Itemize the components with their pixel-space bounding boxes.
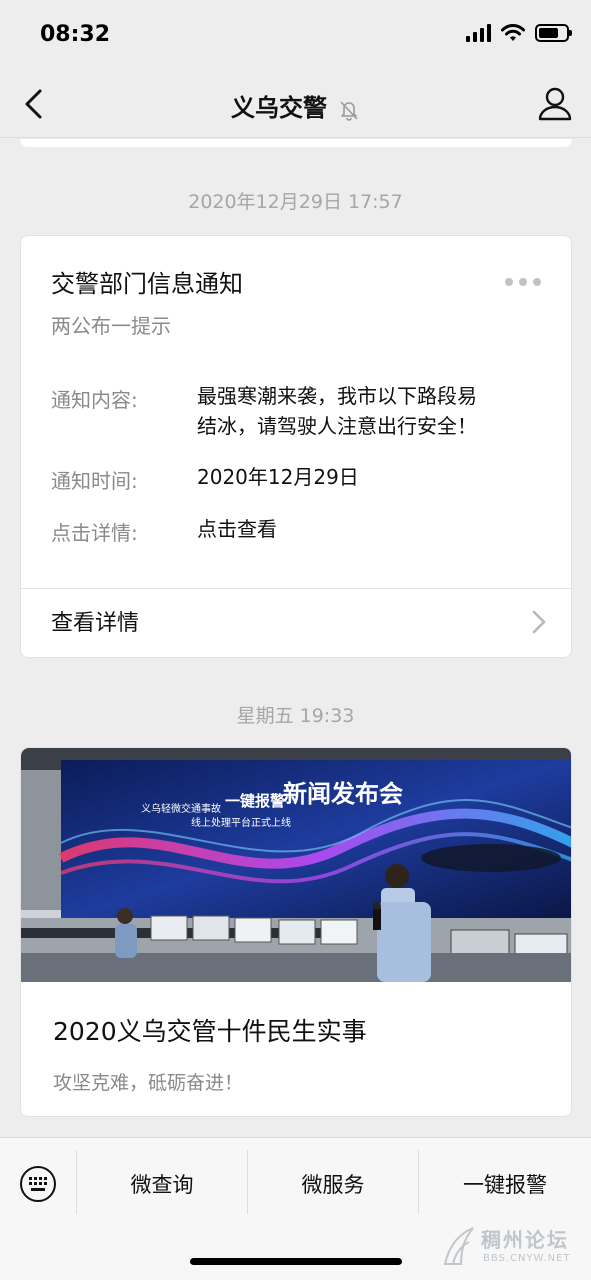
banner-small-line2: 线上处理平台正式上线: [191, 816, 291, 829]
home-indicator[interactable]: [190, 1258, 402, 1265]
bottom-menu-bar: 微查询 微服务 一键报警 稠州论坛 BBS.CNYW.NET: [0, 1137, 591, 1280]
menu-one-click-alarm[interactable]: 一键报警: [419, 1138, 591, 1230]
keyboard-toggle-button[interactable]: [0, 1138, 76, 1230]
article-title[interactable]: 2020义乌交管十件民生实事: [53, 1012, 367, 1048]
forum-watermark: 稠州论坛 BBS.CNYW.NET: [439, 1222, 585, 1270]
menu-micro-service[interactable]: 微服务: [248, 1138, 418, 1230]
status-icons: [466, 24, 572, 42]
view-details-link[interactable]: 查看详情: [21, 589, 571, 657]
field-label-details: 点击详情:: [51, 521, 138, 545]
banner-highlight: 一键报警: [225, 792, 285, 810]
notice-title: 交警部门信息通知: [51, 270, 243, 298]
wifi-icon: [501, 24, 525, 41]
notice-card[interactable]: 交警部门信息通知 两公布一提示 通知内容: 最强寒潮来袭，我市以下路段易 结冰，…: [20, 235, 572, 658]
mute-bell-icon: [340, 100, 358, 121]
watermark-text: 稠州论坛: [481, 1228, 569, 1252]
chevron-right-icon: [532, 610, 546, 634]
keyboard-icon: [20, 1166, 56, 1202]
press-conference-photo: 义乌轻微交通事故 一键报警 线上处理平台正式上线 新闻发布会: [21, 748, 571, 982]
banner-small-line1: 义乌轻微交通事故: [141, 802, 221, 815]
message-timestamp: 2020年12月29日 17:57: [188, 191, 403, 213]
notice-subtitle: 两公布一提示: [51, 314, 171, 338]
field-label-content: 通知内容:: [51, 388, 138, 412]
field-value-details: 点击查看: [197, 517, 277, 541]
more-options-icon[interactable]: [505, 278, 541, 286]
field-label-time: 通知时间:: [51, 469, 138, 493]
cellular-signal-icon: [466, 24, 491, 42]
battery-icon: [535, 24, 572, 42]
menu-micro-query[interactable]: 微查询: [77, 1138, 247, 1230]
banner-big-title: 新闻发布会: [283, 780, 403, 808]
watermark-logo-icon: [443, 1227, 474, 1265]
message-timestamp: 星期五 19:33: [236, 705, 355, 727]
nav-title-area: 义乌交警: [0, 88, 591, 123]
field-value-content: 最强寒潮来袭，我市以下路段易 结冰，请驾驶人注意出行安全！: [197, 381, 549, 441]
field-value-time: 2020年12月29日: [197, 465, 359, 489]
field-value-content-line2: 结冰，请驾驶人注意出行安全！: [197, 414, 477, 438]
field-value-content-line1: 最强寒潮来袭，我市以下路段易: [197, 384, 477, 408]
article-description: 攻坚克难，砥砺奋进！: [53, 1072, 244, 1094]
article-card[interactable]: 义乌轻微交通事故 一键报警 线上处理平台正式上线 新闻发布会 2020义乌交管十…: [20, 747, 572, 1117]
previous-card-fragment: [20, 139, 572, 147]
status-bar: 08:32: [0, 0, 591, 72]
person-icon: [538, 87, 572, 121]
article-cover-image[interactable]: 义乌轻微交通事故 一键报警 线上处理平台正式上线 新闻发布会: [21, 748, 571, 982]
official-account-profile-button[interactable]: [535, 84, 575, 124]
watermark-url: BBS.CNYW.NET: [483, 1253, 571, 1264]
message-list[interactable]: 2020年12月29日 17:57 交警部门信息通知 两公布一提示 通知内容: …: [0, 139, 591, 1137]
nav-bar: 义乌交警: [0, 72, 591, 138]
status-time: 08:32: [40, 22, 111, 47]
view-details-label: 查看详情: [51, 611, 140, 636]
page-title: 义乌交警: [230, 94, 327, 122]
